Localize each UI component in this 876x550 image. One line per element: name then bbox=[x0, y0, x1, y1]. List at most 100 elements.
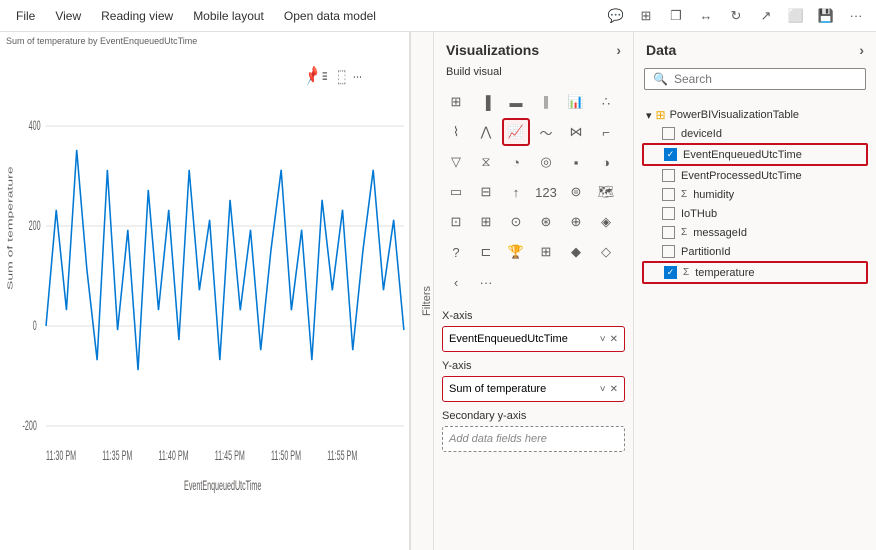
kpi-icon[interactable]: ↑ bbox=[502, 178, 530, 206]
custom4-icon[interactable]: ◈ bbox=[592, 208, 620, 236]
custom1-icon[interactable]: ⊙ bbox=[502, 208, 530, 236]
menu-file[interactable]: File bbox=[8, 5, 43, 27]
gauge-icon[interactable]: ◑ bbox=[592, 148, 620, 176]
line-chart-icon[interactable]: 📈 bbox=[502, 118, 530, 146]
field-name-EventEnqueuedUtcTime: EventEnqueuedUtcTime bbox=[683, 149, 802, 161]
filter-icon[interactable]: ⧖ bbox=[472, 148, 500, 176]
waterfall-icon[interactable]: ⌐ bbox=[592, 118, 620, 146]
yaxis-chevron-icon[interactable]: ˅ bbox=[600, 384, 606, 395]
number-card-icon[interactable]: 123 bbox=[532, 178, 560, 206]
matrix-icon[interactable]: ⊞ bbox=[472, 208, 500, 236]
field-temperature[interactable]: ✓ Σ temperature bbox=[642, 261, 868, 284]
prev-icon[interactable]: ‹ bbox=[442, 268, 470, 296]
build-visual-label: Build visual bbox=[434, 62, 633, 84]
treemap-icon[interactable]: ▪ bbox=[562, 148, 590, 176]
menu-mobile-layout[interactable]: Mobile layout bbox=[185, 5, 272, 27]
gem-icon[interactable]: ◇ bbox=[592, 238, 620, 266]
grid3-icon[interactable]: ⊞ bbox=[532, 238, 560, 266]
menu-open-data-model[interactable]: Open data model bbox=[276, 5, 384, 27]
stacked-area-icon[interactable]: ⌇ bbox=[442, 118, 470, 146]
area-line-icon[interactable]: 〜 bbox=[532, 118, 560, 146]
save-icon[interactable]: 💾 bbox=[814, 4, 838, 28]
menu-view[interactable]: View bbox=[47, 5, 89, 27]
viz-expand-icon[interactable]: › bbox=[616, 42, 621, 58]
checkbox-IoTHub[interactable] bbox=[662, 207, 675, 220]
map-icon[interactable]: 🗺 bbox=[592, 178, 620, 206]
viz-icon-row-1: ⊞ ▐ ▬ ∥ 📊 ∴ bbox=[442, 88, 625, 116]
custom2-icon[interactable]: ⊛ bbox=[532, 208, 560, 236]
yaxis-label: Y-axis bbox=[442, 360, 625, 372]
field-EventProcessedUtcTime[interactable]: EventProcessedUtcTime bbox=[642, 166, 868, 185]
field-deviceId[interactable]: deviceId bbox=[642, 124, 868, 143]
donut-icon[interactable]: ◎ bbox=[532, 148, 560, 176]
xaxis-clear-icon[interactable]: ✕ bbox=[610, 334, 618, 345]
checkbox-temperature[interactable]: ✓ bbox=[664, 266, 677, 279]
chart-canvas[interactable]: 400 200 0 -200 11:30 PM 11:35 PM 11:40 P… bbox=[0, 50, 409, 550]
custom3-icon[interactable]: ⊕ bbox=[562, 208, 590, 236]
field-EventEnqueuedUtcTime[interactable]: ✓ EventEnqueuedUtcTime bbox=[642, 143, 868, 166]
checkbox-deviceId[interactable] bbox=[662, 127, 675, 140]
checkbox-EventEnqueuedUtcTime[interactable]: ✓ bbox=[664, 148, 677, 161]
ribbon-icon[interactable]: ⋈ bbox=[562, 118, 590, 146]
expand-icon[interactable]: ↔ bbox=[694, 4, 718, 28]
menu-reading-view[interactable]: Reading view bbox=[93, 5, 181, 27]
pie-icon[interactable]: ◔ bbox=[502, 148, 530, 176]
window-icon[interactable]: ❐ bbox=[664, 4, 688, 28]
line-bar-icon[interactable]: 📊 bbox=[562, 88, 590, 116]
checkbox-EventProcessedUtcTime[interactable] bbox=[662, 169, 675, 182]
checkbox-messageId[interactable] bbox=[662, 226, 675, 239]
visualizations-panel: Visualizations › Build visual ⊞ ▐ ▬ ∥ 📊 … bbox=[434, 32, 634, 550]
field-IoTHub[interactable]: IoTHub bbox=[642, 204, 868, 223]
svg-text:11:40 PM: 11:40 PM bbox=[158, 449, 188, 464]
clustered-bar-icon[interactable]: ∥ bbox=[532, 88, 560, 116]
sigma-icon-temperature: Σ bbox=[683, 267, 689, 278]
filter-strip[interactable]: Filters bbox=[410, 32, 434, 550]
svg-text:11:50 PM: 11:50 PM bbox=[271, 449, 301, 464]
fit-icon[interactable]: ⬜ bbox=[784, 4, 808, 28]
field-name-messageId: messageId bbox=[693, 227, 747, 239]
field-name-IoTHub: IoTHub bbox=[681, 208, 717, 220]
data-expand-icon[interactable]: › bbox=[859, 42, 864, 58]
table-header[interactable]: ▾ ⊞ PowerBIVisualizationTable bbox=[642, 106, 868, 124]
svg-text:0: 0 bbox=[33, 319, 37, 334]
search-input[interactable] bbox=[674, 72, 857, 86]
table-collapse-icon[interactable]: ▾ bbox=[646, 109, 652, 122]
field-PartitionId[interactable]: PartitionId bbox=[642, 242, 868, 261]
grid-icon[interactable]: ⊞ bbox=[634, 4, 658, 28]
viz-icons-section: ⊞ ▐ ▬ ∥ 📊 ∴ ⌇ ⋀ 📈 〜 ⋈ ⌐ ▽ ⧖ ◔ ◎ bbox=[434, 84, 633, 302]
bar-chart-icon[interactable]: ▐ bbox=[472, 88, 500, 116]
mountain-icon[interactable]: ⋀ bbox=[472, 118, 500, 146]
refresh-icon[interactable]: ↻ bbox=[724, 4, 748, 28]
table2-icon[interactable]: ⊡ bbox=[442, 208, 470, 236]
multi-card-icon[interactable]: ⊟ bbox=[472, 178, 500, 206]
table-icon[interactable]: ⊞ bbox=[442, 88, 470, 116]
field-messageId[interactable]: Σ messageId bbox=[642, 223, 868, 242]
more-icon[interactable]: ··· bbox=[844, 4, 868, 28]
slicer-icon[interactable]: ⊜ bbox=[562, 178, 590, 206]
xaxis-value-box[interactable]: EventEnqueuedUtcTime ˅ ✕ bbox=[442, 326, 625, 352]
funnel-icon[interactable]: ▽ bbox=[442, 148, 470, 176]
card-icon[interactable]: ▭ bbox=[442, 178, 470, 206]
checkbox-humidity[interactable] bbox=[662, 188, 675, 201]
secondary-yaxis-placeholder: Add data fields here bbox=[449, 433, 547, 445]
share-icon[interactable]: ↗ bbox=[754, 4, 778, 28]
search-box[interactable]: 🔍 bbox=[644, 68, 866, 90]
xaxis-label: X-axis bbox=[442, 310, 625, 322]
search-icon: 🔍 bbox=[653, 72, 668, 86]
qna-icon[interactable]: ? bbox=[442, 238, 470, 266]
checkbox-PartitionId[interactable] bbox=[662, 245, 675, 258]
more-viz-icon[interactable]: ··· bbox=[472, 268, 500, 296]
svg-text:11:45 PM: 11:45 PM bbox=[215, 449, 245, 464]
trophy-icon[interactable]: 🏆 bbox=[502, 238, 530, 266]
yaxis-value-box[interactable]: Sum of temperature ˅ ✕ bbox=[442, 376, 625, 402]
comment-icon[interactable]: 💬 bbox=[604, 4, 628, 28]
yaxis-clear-icon[interactable]: ✕ bbox=[610, 384, 618, 395]
secondary-yaxis-placeholder-box[interactable]: Add data fields here bbox=[442, 426, 625, 452]
stacked-bar-icon[interactable]: ▬ bbox=[502, 88, 530, 116]
custom5-icon[interactable]: ◆ bbox=[562, 238, 590, 266]
scatter-icon[interactable]: ∴ bbox=[592, 88, 620, 116]
field-humidity[interactable]: Σ humidity bbox=[642, 185, 868, 204]
decomp-icon[interactable]: ⊏ bbox=[472, 238, 500, 266]
xaxis-chevron-icon[interactable]: ˅ bbox=[600, 334, 606, 345]
data-header: Data › bbox=[634, 32, 876, 64]
